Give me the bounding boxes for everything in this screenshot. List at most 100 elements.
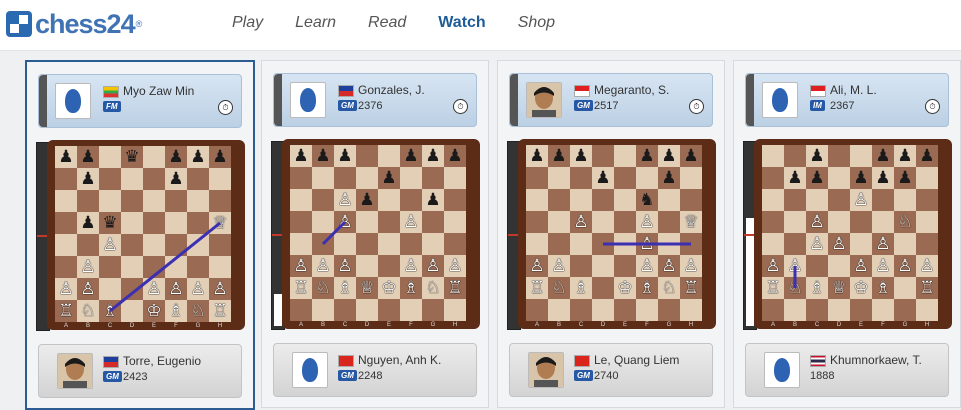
board-square[interactable] (548, 299, 570, 321)
board-square[interactable]: ♟ (894, 145, 916, 167)
board-square[interactable] (422, 211, 444, 233)
board-square[interactable]: ♟ (77, 168, 99, 190)
board-square[interactable] (762, 189, 784, 211)
board-square[interactable] (290, 189, 312, 211)
board-square[interactable] (592, 189, 614, 211)
board-grid[interactable]: ♟ ♟ ♟ ♟ ♟ ♟ ♟ ♟ ♞ ♙ ♙ ♕ ♙ ♙ ♙ ♙ ♙ ♙ ♖ ♘ ♗ ♔ ♗ ♘ ♖ (526, 145, 702, 321)
board-square[interactable] (680, 299, 702, 321)
board-square[interactable] (894, 233, 916, 255)
board-grid[interactable]: ♟ ♟ ♛ ♟ ♟ ♟ ♟ ♟ ♟ ♛ ♕ ♙ ♙ ♙ ♙ ♙ ♙ ♙ ♙ ♖ ♘ ♗ ♔ ♗ ♘ ♖ (55, 146, 231, 322)
board-square[interactable] (916, 233, 938, 255)
board-square[interactable]: ♟ (680, 145, 702, 167)
board-square[interactable]: ♟ (187, 146, 209, 168)
board-square[interactable] (548, 211, 570, 233)
board-square[interactable] (828, 189, 850, 211)
game-card[interactable]: Myo Zaw Min FM ⏱ ♟ ♟ ♛ ♟ ♟ ♟ ♟ ♟ ♟ ♛ ♕ ♙ ♙ ♙ ♙ ♙ ♙ ♙ ♙ ♖ ♘ ♗ ♔ ♗ ♘ ♖… (25, 60, 255, 410)
board-square[interactable] (894, 189, 916, 211)
board-square[interactable] (356, 167, 378, 189)
player-panel-top[interactable]: Ali, M. L. IM 2367 ⏱ (745, 73, 949, 127)
board-square[interactable] (121, 300, 143, 322)
board-square[interactable]: ♖ (680, 277, 702, 299)
board-square[interactable]: ♔ (614, 277, 636, 299)
board-square[interactable] (762, 145, 784, 167)
board-square[interactable] (614, 255, 636, 277)
board-square[interactable] (526, 189, 548, 211)
board-square[interactable] (121, 168, 143, 190)
board-square[interactable] (680, 233, 702, 255)
board-square[interactable]: ♙ (422, 255, 444, 277)
board-square[interactable]: ♗ (334, 277, 356, 299)
board-square[interactable] (143, 146, 165, 168)
board-square[interactable] (784, 211, 806, 233)
board-square[interactable] (614, 233, 636, 255)
board-square[interactable] (658, 299, 680, 321)
board-square[interactable] (872, 211, 894, 233)
board-square[interactable] (312, 189, 334, 211)
board-square[interactable] (334, 233, 356, 255)
board-square[interactable] (658, 189, 680, 211)
board-square[interactable] (378, 255, 400, 277)
board-square[interactable]: ♙ (784, 255, 806, 277)
board-square[interactable]: ♕ (680, 211, 702, 233)
board-square[interactable] (378, 211, 400, 233)
board-square[interactable] (422, 167, 444, 189)
board-square[interactable]: ♖ (209, 300, 231, 322)
board-square[interactable] (378, 299, 400, 321)
board-square[interactable] (548, 233, 570, 255)
board-square[interactable] (526, 299, 548, 321)
board-square[interactable]: ♘ (894, 211, 916, 233)
board-square[interactable] (636, 167, 658, 189)
board-square[interactable]: ♟ (872, 167, 894, 189)
board-square[interactable]: ♙ (400, 255, 422, 277)
board-square[interactable] (356, 233, 378, 255)
board-square[interactable] (356, 211, 378, 233)
board-square[interactable] (592, 211, 614, 233)
board-square[interactable]: ♘ (658, 277, 680, 299)
board-square[interactable]: ♟ (894, 167, 916, 189)
chess-board[interactable]: ♟ ♟ ♟ ♟ ♟ ♟ ♟ ♟ ♟ ♙ ♙ ♘ ♙ ♙ ♙ ♙ ♙ ♙ ♙ ♙ ♙ ♖ ♘ ♗ ♕ ♔ ♗ ♖ A B C D E F G H (754, 139, 952, 329)
board-square[interactable] (143, 212, 165, 234)
board-square[interactable] (121, 212, 143, 234)
board-square[interactable] (784, 189, 806, 211)
board-square[interactable]: ♙ (400, 211, 422, 233)
board-square[interactable] (400, 189, 422, 211)
board-square[interactable]: ♖ (55, 300, 77, 322)
board-square[interactable] (143, 234, 165, 256)
board-square[interactable]: ♙ (850, 255, 872, 277)
board-square[interactable] (614, 211, 636, 233)
board-square[interactable] (77, 234, 99, 256)
board-square[interactable] (614, 167, 636, 189)
board-square[interactable] (187, 256, 209, 278)
board-square[interactable]: ♟ (77, 212, 99, 234)
board-square[interactable] (592, 255, 614, 277)
board-square[interactable]: ♔ (143, 300, 165, 322)
board-square[interactable]: ♕ (209, 212, 231, 234)
board-square[interactable]: ♘ (422, 277, 444, 299)
game-card[interactable]: Gonzales, J. GM 2376 ⏱ ♟ ♟ ♟ ♟ ♟ ♟ ♟ ♙ ♟ ♟ ♙ ♙ ♙ ♙ ♙ ♙ ♙ ♙ ♖ ♘ ♗… (261, 60, 489, 408)
board-square[interactable] (290, 233, 312, 255)
board-square[interactable]: ♟ (334, 145, 356, 167)
board-square[interactable]: ♙ (165, 278, 187, 300)
board-square[interactable]: ♙ (636, 211, 658, 233)
board-square[interactable] (55, 212, 77, 234)
board-square[interactable]: ♟ (400, 145, 422, 167)
board-square[interactable]: ♙ (444, 255, 466, 277)
board-grid[interactable]: ♟ ♟ ♟ ♟ ♟ ♟ ♟ ♙ ♟ ♟ ♙ ♙ ♙ ♙ ♙ ♙ ♙ ♙ ♖ ♘ ♗ ♕ ♔ ♗ ♘ ♖ (290, 145, 466, 321)
chess-board[interactable]: ♟ ♟ ♟ ♟ ♟ ♟ ♟ ♙ ♟ ♟ ♙ ♙ ♙ ♙ ♙ ♙ ♙ ♙ ♖ ♘ ♗ ♕ ♔ ♗ ♘ ♖ A B C D E F G H (282, 139, 480, 329)
board-square[interactable] (894, 299, 916, 321)
board-square[interactable] (165, 256, 187, 278)
board-square[interactable]: ♙ (658, 255, 680, 277)
board-square[interactable]: ♙ (187, 278, 209, 300)
board-square[interactable] (592, 299, 614, 321)
board-square[interactable]: ♟ (806, 167, 828, 189)
nav-watch[interactable]: Watch (438, 14, 485, 32)
board-square[interactable] (444, 167, 466, 189)
board-square[interactable]: ♘ (548, 277, 570, 299)
board-square[interactable] (209, 168, 231, 190)
chess-board[interactable]: ♟ ♟ ♛ ♟ ♟ ♟ ♟ ♟ ♟ ♛ ♕ ♙ ♙ ♙ ♙ ♙ ♙ ♙ ♙ ♖ ♘ ♗ ♔ ♗ ♘ ♖ A B C D E F G H (47, 140, 245, 330)
board-square[interactable]: ♟ (916, 145, 938, 167)
board-square[interactable]: ♘ (784, 277, 806, 299)
board-square[interactable] (784, 233, 806, 255)
board-square[interactable]: ♟ (784, 167, 806, 189)
board-square[interactable] (806, 255, 828, 277)
